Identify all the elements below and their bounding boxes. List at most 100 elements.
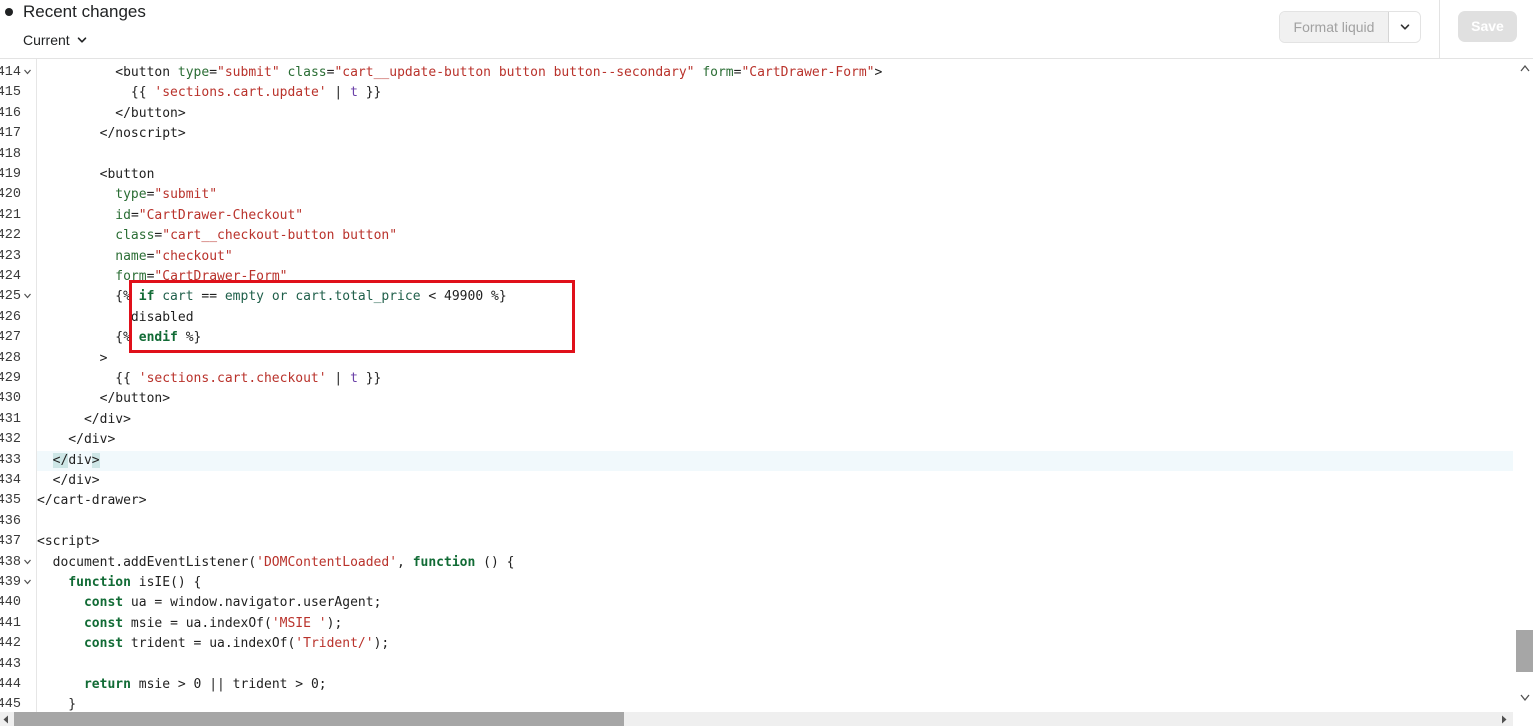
line-number: 418 xyxy=(0,145,36,165)
code-line[interactable]: class="cart__checkout-button button" xyxy=(37,226,1513,246)
triangle-up-icon[interactable] xyxy=(1520,64,1530,72)
code-line[interactable] xyxy=(37,655,1513,675)
code-line[interactable]: </div> xyxy=(37,471,1513,491)
triangle-left-icon[interactable] xyxy=(2,715,10,724)
unsaved-status-dot xyxy=(5,8,13,16)
line-number-text: 434 xyxy=(0,473,21,488)
line-number-text: 444 xyxy=(0,677,21,692)
code-line[interactable]: </cart-drawer> xyxy=(37,491,1513,511)
line-number: 415 xyxy=(0,83,36,103)
code-line[interactable]: type="submit" xyxy=(37,185,1513,205)
line-number: 434 xyxy=(0,471,36,491)
code-line[interactable]: const ua = window.navigator.userAgent; xyxy=(37,593,1513,613)
editor-header: Recent changes Current Format liquid Sav… xyxy=(0,0,1533,59)
line-number: 416 xyxy=(0,104,36,124)
line-number-gutter: 414 415 416 417 418 419 420 421 422 423 424 425 426 4… xyxy=(0,59,37,726)
code-line[interactable]: document.addEventListener('DOMContentLoa… xyxy=(37,553,1513,573)
line-number: 414 xyxy=(0,63,36,83)
recent-changes-title: Recent changes xyxy=(23,2,146,21)
chevron-down-icon xyxy=(1400,24,1409,30)
code-line[interactable]: function isIE() { xyxy=(37,573,1513,593)
code-line[interactable] xyxy=(37,145,1513,165)
line-number-text: 439 xyxy=(0,575,21,590)
line-number: 433 xyxy=(0,451,36,471)
line-number-text: 430 xyxy=(0,391,21,407)
line-number-text: 423 xyxy=(0,248,21,264)
code-line[interactable]: id="CartDrawer-Checkout" xyxy=(37,206,1513,226)
save-button[interactable]: Save xyxy=(1458,11,1517,42)
line-number-text: 416 xyxy=(0,105,21,121)
line-number: 427 xyxy=(0,328,36,348)
line-number-text: 436 xyxy=(0,513,21,529)
code-line[interactable]: </noscript> xyxy=(37,124,1513,144)
line-number-text: 438 xyxy=(0,554,21,570)
code-line[interactable]: name="checkout" xyxy=(37,247,1513,267)
line-number: 432 xyxy=(0,430,36,450)
line-number-text: 425 xyxy=(0,289,21,305)
code-line[interactable]: {{ 'sections.cart.checkout' | t }} xyxy=(37,369,1513,389)
line-number-text: 414 xyxy=(0,65,21,80)
line-number-text: 417 xyxy=(0,126,21,142)
code-line[interactable]: <button type="submit" class="cart__updat… xyxy=(37,63,1513,83)
code-line[interactable]: <button xyxy=(37,165,1513,185)
line-number-text: 443 xyxy=(0,656,21,672)
line-number-text: 422 xyxy=(0,228,21,244)
annotation-highlight-box xyxy=(129,280,575,353)
line-number-text: 431 xyxy=(0,411,21,427)
vertical-scrollbar[interactable] xyxy=(1513,59,1533,712)
format-options-button[interactable] xyxy=(1389,12,1420,42)
code-line[interactable]: </button> xyxy=(37,104,1513,124)
code-line[interactable] xyxy=(37,512,1513,532)
line-number: 426 xyxy=(0,308,36,328)
line-number-text: 442 xyxy=(0,636,21,652)
code-line[interactable]: </div> xyxy=(37,450,1513,471)
line-number-text: 432 xyxy=(0,432,21,448)
code-line[interactable]: const trident = ua.indexOf('Trident/'); xyxy=(37,634,1513,654)
line-number: 429 xyxy=(0,369,36,389)
code-line[interactable]: {{ 'sections.cart.update' | t }} xyxy=(37,83,1513,103)
line-number: 430 xyxy=(0,389,36,409)
code-line[interactable]: </div> xyxy=(37,430,1513,450)
code-line[interactable]: </div> xyxy=(37,410,1513,430)
line-number: 436 xyxy=(0,512,36,532)
triangle-right-icon[interactable] xyxy=(1500,715,1508,724)
code-line[interactable]: <script> xyxy=(37,532,1513,552)
line-number: 439 xyxy=(0,573,36,593)
version-dropdown-label: Current xyxy=(23,32,70,48)
code-line[interactable]: return msie > 0 || trident > 0; xyxy=(37,675,1513,695)
fold-chevron-icon[interactable] xyxy=(23,557,32,566)
format-button-group: Format liquid xyxy=(1279,11,1421,43)
line-number-text: 440 xyxy=(0,595,21,611)
fold-chevron-icon[interactable] xyxy=(23,67,32,76)
line-number: 435 xyxy=(0,491,36,511)
line-number: 419 xyxy=(0,165,36,185)
line-number-text: 429 xyxy=(0,371,21,386)
horizontal-scrollbar-thumb[interactable] xyxy=(14,712,624,726)
triangle-down-icon[interactable] xyxy=(1520,694,1530,702)
line-number: 437 xyxy=(0,532,36,552)
fold-chevron-icon[interactable] xyxy=(23,291,32,300)
code-content[interactable]: <button type="submit" class="cart__updat… xyxy=(37,59,1513,712)
line-number: 438 xyxy=(0,553,36,573)
line-number-text: 426 xyxy=(0,309,21,325)
line-number-text: 437 xyxy=(0,534,21,550)
line-number: 444 xyxy=(0,675,36,695)
code-line[interactable]: </button> xyxy=(37,389,1513,409)
line-number-text: 435 xyxy=(0,493,21,509)
format-liquid-button[interactable]: Format liquid xyxy=(1280,12,1389,42)
line-number: 425 xyxy=(0,287,36,307)
fold-chevron-icon[interactable] xyxy=(23,577,32,586)
vertical-scrollbar-thumb[interactable] xyxy=(1516,630,1533,672)
line-number-text: 415 xyxy=(0,85,21,101)
code-line[interactable]: const msie = ua.indexOf('MSIE '); xyxy=(37,614,1513,634)
line-number-text: 428 xyxy=(0,350,21,366)
line-number-text: 419 xyxy=(0,167,21,182)
header-divider xyxy=(1439,0,1440,58)
version-dropdown[interactable]: Current xyxy=(23,30,88,50)
code-editor[interactable]: 414 415 416 417 418 419 420 421 422 423 424 425 426 4… xyxy=(0,59,1533,726)
line-number: 423 xyxy=(0,247,36,267)
line-number: 421 xyxy=(0,206,36,226)
line-number: 417 xyxy=(0,124,36,144)
chevron-down-icon xyxy=(77,37,86,43)
line-number: 420 xyxy=(0,185,36,205)
